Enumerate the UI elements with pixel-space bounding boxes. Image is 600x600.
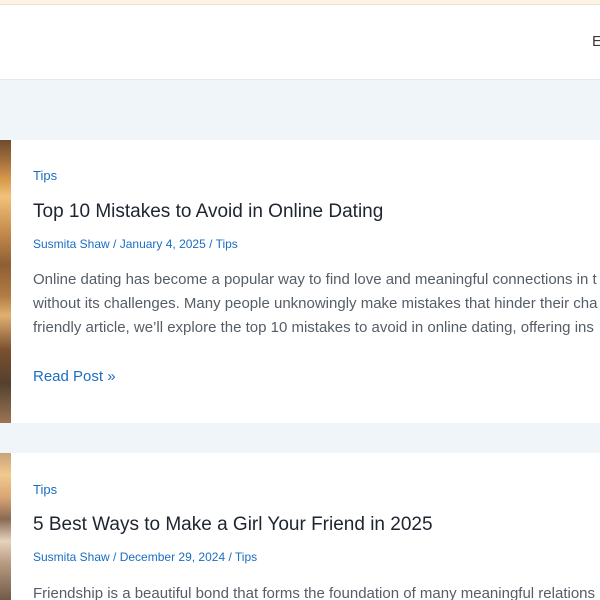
post-meta: Susmita Shaw / January 4, 2025 / Tips (33, 237, 238, 251)
site-header: E (0, 5, 600, 80)
nav-menu-item[interactable]: E (592, 33, 600, 50)
post-author-link[interactable]: Susmita Shaw (33, 237, 110, 251)
post-author-link[interactable]: Susmita Shaw (33, 550, 110, 564)
meta-separator: / (225, 550, 235, 564)
post-date-link[interactable]: January 4, 2025 (120, 237, 206, 251)
post-meta: Susmita Shaw / December 29, 2024 / Tips (33, 550, 257, 564)
post-card: Tips Top 10 Mistakes to Avoid in Online … (0, 140, 600, 423)
excerpt-line: friendly article, we’ll explore the top … (33, 319, 594, 336)
post-category-link[interactable]: Tips (33, 482, 57, 497)
post-category-link[interactable]: Tips (33, 168, 57, 183)
excerpt-line: without its challenges. Many people unkn… (33, 295, 598, 312)
post-title[interactable]: 5 Best Ways to Make a Girl Your Friend i… (33, 514, 433, 536)
post-thumbnail[interactable] (0, 140, 11, 423)
post-card: Tips 5 Best Ways to Make a Girl Your Fri… (0, 453, 600, 600)
post-title[interactable]: Top 10 Mistakes to Avoid in Online Datin… (33, 201, 383, 223)
meta-separator: / (109, 237, 120, 251)
read-post-link[interactable]: Read Post » (33, 368, 116, 385)
post-thumbnail[interactable] (0, 453, 11, 600)
post-date-link[interactable]: December 29, 2024 (120, 550, 225, 564)
post-meta-category-link[interactable]: Tips (216, 237, 238, 251)
post-meta-category-link[interactable]: Tips (235, 550, 257, 564)
post-excerpt: Friendship is a beautiful bond that form… (33, 582, 595, 600)
excerpt-line: Online dating has become a popular way t… (33, 271, 597, 288)
post-excerpt: Online dating has become a popular way t… (33, 268, 597, 340)
meta-separator: / (109, 550, 120, 564)
meta-separator: / (205, 237, 216, 251)
excerpt-line: Friendship is a beautiful bond that form… (33, 585, 596, 600)
